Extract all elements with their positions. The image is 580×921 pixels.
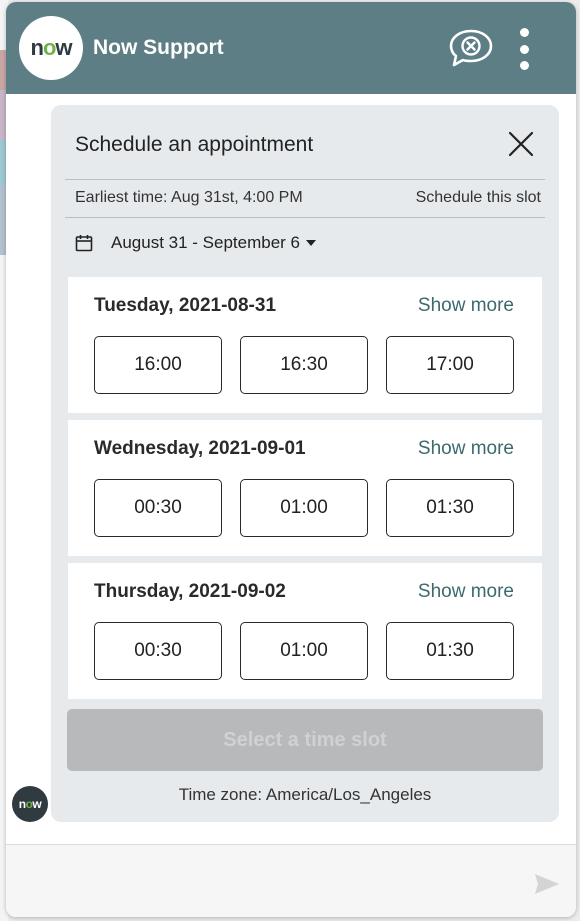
time-slot-button[interactable]: 01:00 (240, 622, 368, 680)
caret-down-icon (306, 240, 317, 246)
chat-window: now Now Support now Schedule an appointm… (6, 2, 576, 917)
time-slot-button[interactable]: 00:30 (94, 622, 222, 680)
time-slot-button[interactable]: 17:00 (386, 336, 514, 394)
time-slot-button[interactable]: 01:30 (386, 479, 514, 537)
calendar-icon (75, 235, 93, 252)
now-logo: now (19, 16, 83, 80)
time-slot-button[interactable]: 01:00 (240, 479, 368, 537)
chat-title: Now Support (93, 36, 224, 59)
date-range-dropdown[interactable]: August 31 - September 6 (75, 233, 317, 253)
schedule-this-slot-link[interactable]: Schedule this slot (416, 189, 541, 207)
show-more-link[interactable]: Show more (418, 581, 514, 603)
time-slot-button[interactable]: 01:30 (386, 622, 514, 680)
select-time-slot-button[interactable]: Select a time slot (67, 709, 543, 771)
show-more-link[interactable]: Show more (418, 295, 514, 317)
chat-header: now Now Support (6, 2, 576, 94)
time-slot-button[interactable]: 16:30 (240, 336, 368, 394)
send-icon[interactable] (534, 873, 560, 895)
divider (65, 217, 545, 218)
message-input-bar[interactable] (6, 844, 576, 917)
day-section: Wednesday, 2021-09-01 Show more 00:30 01… (68, 420, 542, 556)
time-slot-button[interactable]: 16:00 (94, 336, 222, 394)
end-chat-icon[interactable] (448, 28, 494, 68)
day-name: Thursday, 2021-09-02 (94, 581, 286, 602)
card-title: Schedule an appointment (75, 133, 314, 156)
close-icon[interactable] (506, 129, 536, 159)
day-name: Wednesday, 2021-09-01 (94, 438, 306, 459)
day-name: Tuesday, 2021-08-31 (94, 295, 277, 316)
agent-avatar: now (12, 786, 48, 822)
divider (65, 179, 545, 180)
time-slot-button[interactable]: 00:30 (94, 479, 222, 537)
timezone-text: Time zone: America/Los_Angeles (178, 785, 432, 804)
appointment-card: Schedule an appointment Earliest time: A… (51, 105, 559, 822)
day-section: Thursday, 2021-09-02 Show more 00:30 01:… (68, 563, 542, 699)
day-section: Tuesday, 2021-08-31 Show more 16:00 16:3… (68, 277, 542, 413)
date-range-label: August 31 - September 6 (111, 233, 301, 252)
show-more-link[interactable]: Show more (418, 438, 514, 460)
earliest-time-text: Earliest time: Aug 31st, 4:00 PM (75, 189, 303, 206)
more-vertical-icon[interactable] (512, 28, 536, 70)
